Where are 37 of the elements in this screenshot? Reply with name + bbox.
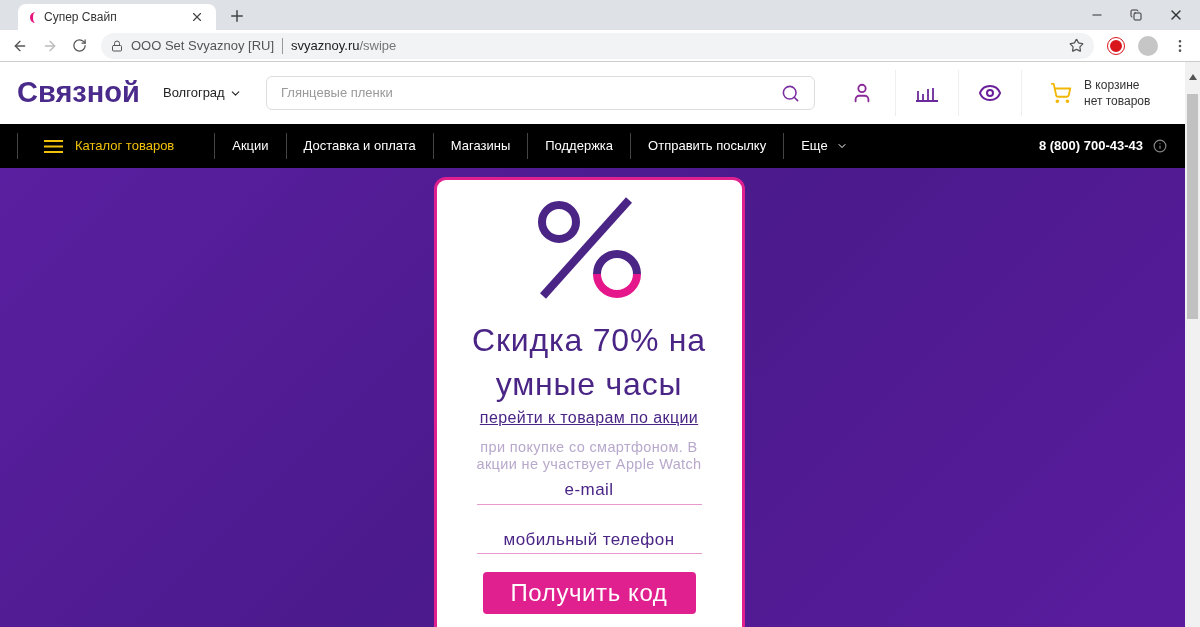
search-icon[interactable] [781, 83, 800, 103]
bookmark-star-icon[interactable] [1069, 38, 1084, 53]
info-icon[interactable] [1153, 139, 1167, 153]
favicon-icon [30, 11, 36, 23]
nav-link[interactable]: Еще [784, 136, 865, 156]
reload-icon[interactable] [72, 38, 87, 53]
nav-link[interactable]: Доставка и оплата [286, 136, 433, 156]
cart-status: В корзине [1084, 77, 1141, 93]
catalog-button[interactable]: Каталог товаров [18, 136, 215, 156]
site-logo[interactable]: Связной [17, 71, 163, 115]
close-icon[interactable] [190, 10, 204, 24]
lock-icon [111, 39, 123, 52]
phone-number[interactable]: 8 (800) 700-43-43 [1038, 136, 1143, 156]
tab-title: Супер Свайп [44, 9, 118, 26]
nav-link[interactable]: Отправить посылку [631, 136, 784, 156]
restore-icon[interactable] [1130, 9, 1142, 21]
cart-status: нет товаров [1084, 93, 1151, 109]
promo-note: при покупке со смартфоном. В акции не участвует Apple Watch [475, 439, 703, 473]
nav-link[interactable]: Поддержка [528, 136, 631, 156]
get-code-button[interactable]: Получить код [482, 572, 696, 614]
promo-title: Скидка 70% на умные часы [471, 321, 707, 404]
nav-link[interactable]: Магазины [433, 136, 528, 156]
scrollbar-thumb[interactable] [1187, 94, 1198, 319]
menu-icon [44, 138, 63, 154]
url-text: svyaznoy.ru/swipe [291, 36, 397, 55]
nav-link[interactable]: Акции [215, 136, 286, 156]
input-field[interactable]: мобильный телефон [476, 526, 702, 554]
scroll-up-icon[interactable] [1188, 74, 1197, 80]
input-field[interactable]: e-mail [476, 477, 702, 505]
security-label: OOO Set Svyaznoy [RU] [131, 36, 275, 55]
new-tab-icon[interactable] [228, 7, 246, 25]
search-bar[interactable]: Глянцевые пленки [266, 76, 815, 110]
promo-link[interactable]: перейти к товарам по акции [479, 406, 699, 430]
browser-tab[interactable]: Супер Свайп [18, 4, 216, 30]
city-selector[interactable]: Волгоград [163, 83, 266, 103]
address-field[interactable]: OOO Set Svyaznoy [RU] svyaznoy.ru/swipe [101, 32, 1094, 59]
search-field[interactable]: Глянцевые пленки [281, 83, 781, 103]
